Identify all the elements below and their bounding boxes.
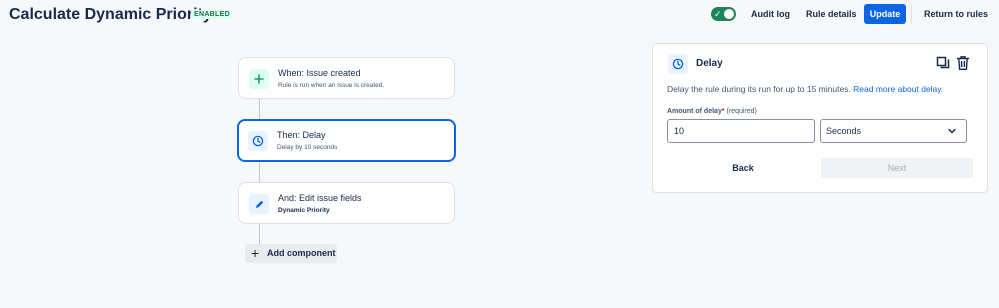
trash-icon[interactable] xyxy=(956,55,970,76)
component-subtitle: Dynamic Priority xyxy=(278,207,330,214)
panel-description: Delay the rule during its run for up to … xyxy=(667,84,943,94)
panel-title: Delay xyxy=(696,58,723,69)
clock-icon xyxy=(248,131,268,151)
amount-of-delay-label: Amount of delay* (required) xyxy=(667,108,757,115)
delay-config-panel: Delay Delay the rule during its run for … xyxy=(652,43,988,193)
plus-icon xyxy=(249,69,269,89)
add-component-button[interactable]: + Add component xyxy=(245,244,337,263)
chevron-down-icon xyxy=(948,120,956,150)
toggle-knob xyxy=(724,9,734,19)
field-label-text: Amount of delay xyxy=(667,108,722,115)
component-card-delay[interactable]: Then: Delay Delay by 10 seconds xyxy=(237,119,456,162)
back-button[interactable]: Back xyxy=(693,158,793,178)
required-text: (required) xyxy=(726,108,757,115)
read-more-link[interactable]: Read more about delay xyxy=(853,84,941,94)
rule-enabled-toggle[interactable]: ✓ xyxy=(711,7,736,21)
delay-unit-select[interactable]: Seconds xyxy=(820,119,967,143)
next-button[interactable]: Next xyxy=(821,158,973,178)
audit-log-button[interactable]: Audit log xyxy=(745,4,796,24)
page-title: Calculate Dynamic Priority xyxy=(9,6,212,23)
clock-icon xyxy=(668,54,688,74)
plus-icon: + xyxy=(251,245,260,261)
return-to-rules-button[interactable]: Return to rules xyxy=(918,4,994,24)
delay-amount-input[interactable]: 10 xyxy=(667,119,815,143)
status-badge: ENABLED xyxy=(191,10,233,19)
copy-icon[interactable] xyxy=(936,56,950,75)
rule-details-button[interactable]: Rule details xyxy=(800,4,863,24)
description-suffix: . xyxy=(940,84,944,94)
add-component-label: Add component xyxy=(267,248,336,258)
component-card-trigger[interactable]: When: Issue created Rule is run when an … xyxy=(238,57,455,99)
update-button[interactable]: Update xyxy=(864,4,906,24)
component-title: And: Edit issue fields xyxy=(278,193,362,203)
component-subtitle: Delay by 10 seconds xyxy=(277,144,338,151)
description-text: Delay the rule during its run for up to … xyxy=(667,84,851,94)
component-title: Then: Delay xyxy=(277,130,326,140)
component-subtitle: Rule is run when an issue is created. xyxy=(278,82,385,89)
delay-unit-value: Seconds xyxy=(826,126,862,136)
component-title: When: Issue created xyxy=(278,68,361,78)
header-divider xyxy=(911,4,912,24)
flow-connector xyxy=(259,224,260,244)
flow-connector xyxy=(259,162,260,182)
check-icon: ✓ xyxy=(714,9,722,19)
pencil-icon xyxy=(249,194,269,214)
component-card-edit-fields[interactable]: And: Edit issue fields Dynamic Priority xyxy=(238,182,455,224)
flow-connector xyxy=(259,99,260,120)
required-mark: * xyxy=(721,108,725,115)
